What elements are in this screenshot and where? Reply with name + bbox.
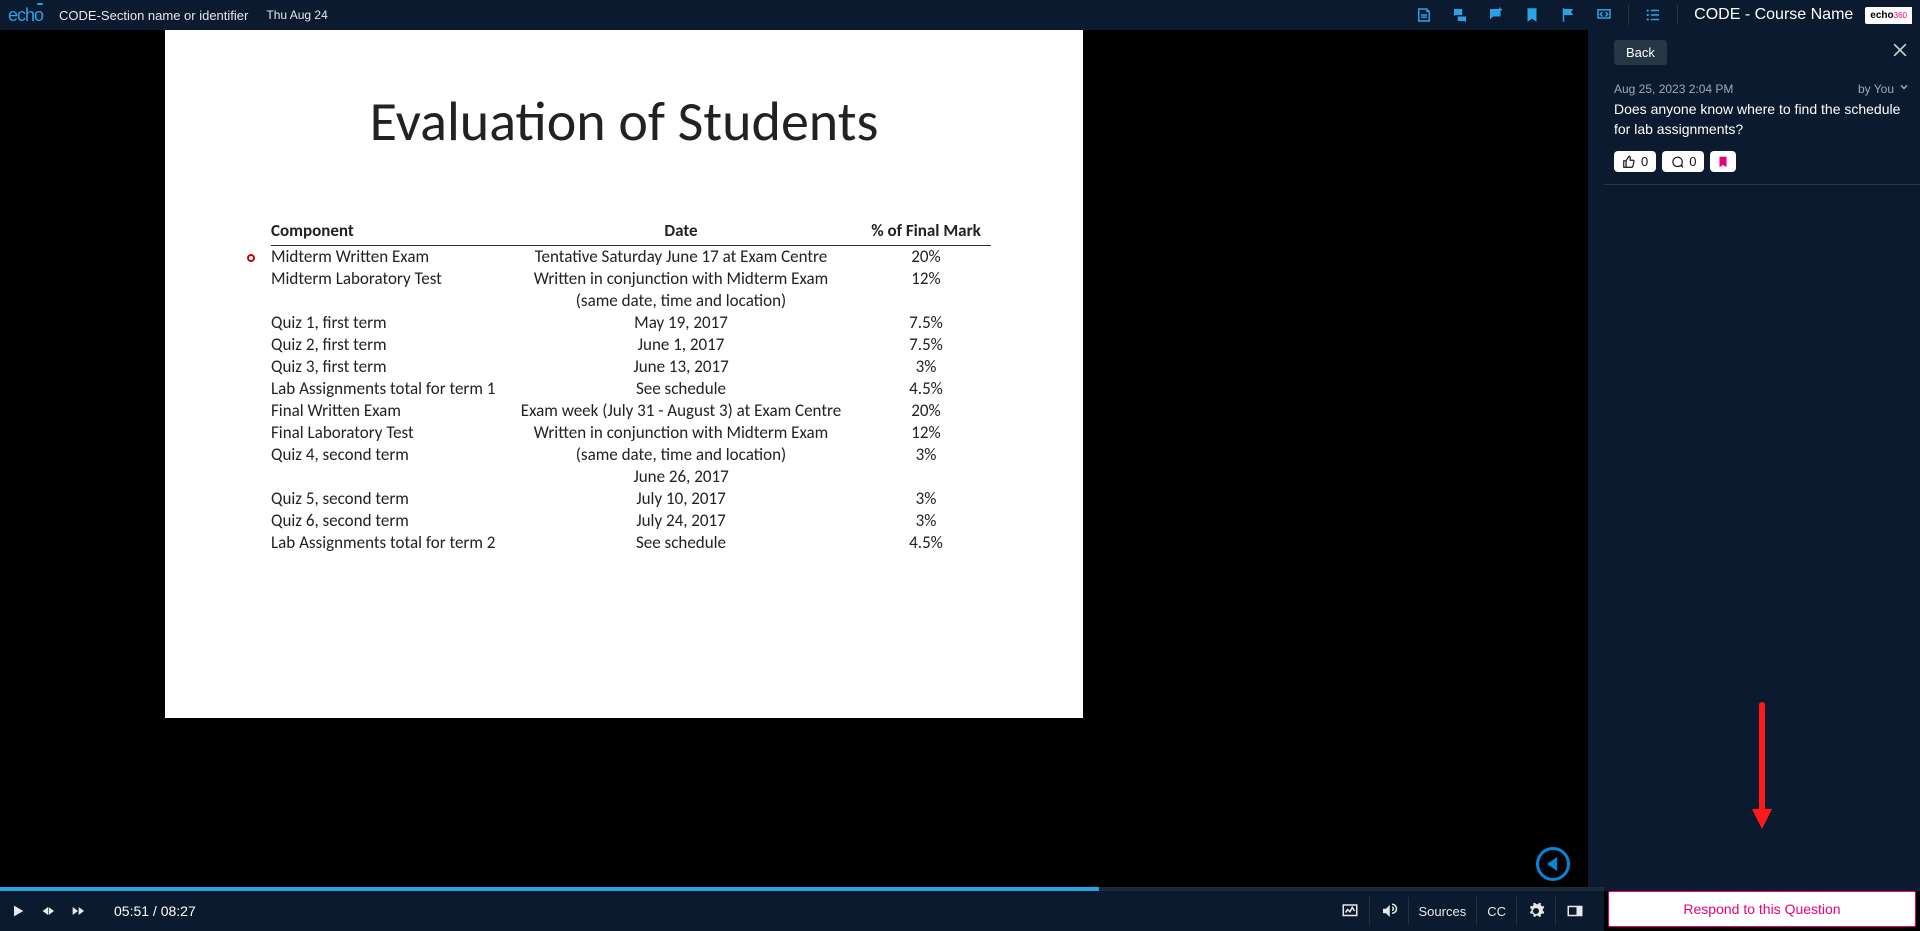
table-row: Final Written ExamExam week (July 31 - A… [271,400,991,422]
table-row: Quiz 4, second term(same date, time and … [271,444,991,466]
chevron-down-icon[interactable] [1898,81,1910,96]
question-timestamp: Aug 25, 2023 2:04 PM [1614,82,1733,96]
table-header: Component Date % of Final Mark [271,220,991,246]
forward-button[interactable] [70,903,86,919]
list-icon[interactable] [1635,0,1671,30]
player-controls: 05:51 / 08:27 Sources CC [0,891,1604,931]
echo360-badge[interactable]: echo360 [1865,7,1912,24]
reply-count: 0 [1689,154,1696,169]
present-icon[interactable] [1586,0,1622,30]
table-row: Midterm Laboratory TestWritten in conjun… [271,268,991,290]
table-row: Lab Assignments total for term 1See sche… [271,378,991,400]
table-row: Midterm Written ExamTentative Saturday J… [271,246,991,268]
laser-pointer [247,254,255,262]
like-button[interactable]: 0 [1614,151,1656,172]
bookmark-button[interactable] [1710,151,1736,172]
collapse-panel-button[interactable] [1536,847,1570,881]
cc-button[interactable]: CC [1476,897,1516,925]
question-meta: Aug 25, 2023 2:04 PM by You [1614,81,1910,96]
slide-content: Evaluation of Students Component Date % … [165,30,1083,718]
brand-logo[interactable]: echo [8,5,43,26]
bookmark-icon[interactable] [1514,0,1550,30]
layout-icon[interactable] [1555,897,1594,925]
separator [1677,5,1678,25]
section-name[interactable]: CODE-Section name or identifier [59,8,248,23]
close-icon[interactable] [1890,40,1910,65]
reply-button[interactable]: 0 [1662,151,1704,172]
respond-button[interactable]: Respond to this Question [1608,891,1916,927]
top-bar: echo CODE-Section name or identifier Thu… [0,0,1920,30]
settings-icon[interactable] [1516,897,1555,925]
analytics-icon[interactable] [1331,897,1369,925]
question-panel: Back Aug 25, 2023 2:04 PM by You Does an… [1604,30,1920,891]
notes-icon[interactable] [1406,0,1442,30]
play-button[interactable] [10,903,26,919]
table-row: (same date, time and location) [271,290,991,312]
table-row: Final Laboratory TestWritten in conjunct… [271,422,991,444]
course-name[interactable]: CODE - Course Name [1694,6,1853,24]
video-stage: Evaluation of Students Component Date % … [0,30,1604,891]
annotation-arrow [1750,701,1774,831]
slide-title: Evaluation of Students [165,88,1083,156]
new-post-icon[interactable] [1478,0,1514,30]
table-row: Quiz 5, second termJuly 10, 20173% [271,488,991,510]
lecture-date: Thu Aug 24 [266,8,327,22]
evaluation-table: Component Date % of Final Mark Midterm W… [271,220,991,554]
table-row: Quiz 6, second termJuly 24, 20173% [271,510,991,532]
sources-button[interactable]: Sources [1408,897,1477,925]
table-row: Quiz 1, first termMay 19, 20177.5% [271,312,991,334]
volume-icon[interactable] [1369,897,1408,925]
stage-scrollbar[interactable] [1588,30,1604,887]
separator [1628,5,1629,25]
flag-icon[interactable] [1550,0,1586,30]
divider [1604,184,1920,185]
question-text: Does anyone know where to find the sched… [1614,100,1910,139]
discussion-icon[interactable] [1442,0,1478,30]
table-row: Quiz 3, first termJune 13, 20173% [271,356,991,378]
table-row: June 26, 2017 [271,466,991,488]
like-count: 0 [1641,154,1648,169]
question-author: by You [1858,82,1894,96]
back-button[interactable]: Back [1614,40,1667,65]
timecode: 05:51 / 08:27 [114,903,196,919]
table-row: Quiz 2, first termJune 1, 20177.5% [271,334,991,356]
table-row: Lab Assignments total for term 2See sche… [271,532,991,554]
rewind-button[interactable] [40,903,56,919]
